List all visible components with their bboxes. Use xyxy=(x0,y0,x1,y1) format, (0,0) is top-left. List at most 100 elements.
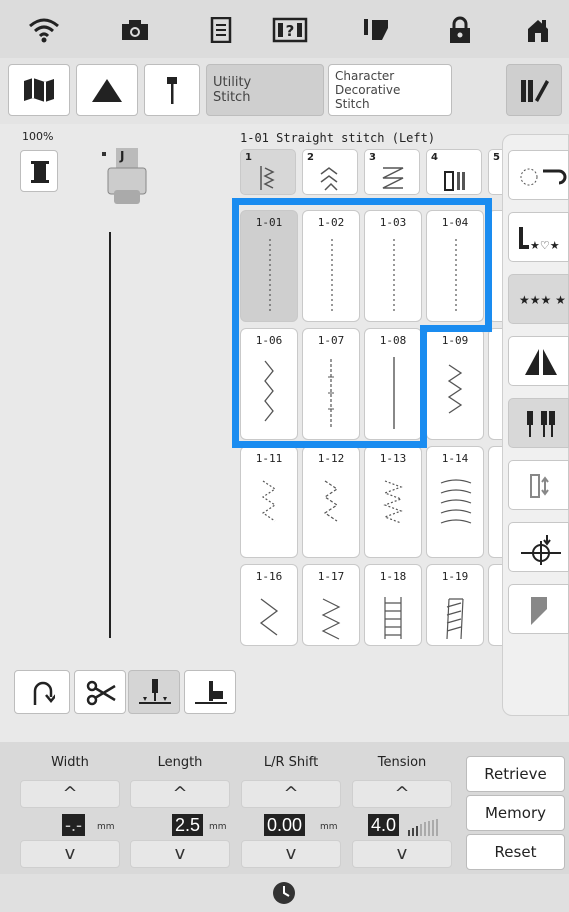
pattern-end-icon xyxy=(531,597,547,625)
stitch-1-11[interactable]: 1-11 xyxy=(240,446,298,558)
edit-stitch-button[interactable] xyxy=(506,64,562,116)
stitch-1-09[interactable]: 1-09 xyxy=(426,328,484,440)
stitch-pattern-icon xyxy=(260,166,275,190)
needle-icon xyxy=(167,77,177,104)
svg-text:★♡★: ★♡★ xyxy=(530,239,560,252)
character-decorative-stitch-tab[interactable]: Character Decorative Stitch xyxy=(328,64,452,116)
thread-loop-button[interactable] xyxy=(508,150,569,200)
lr-shift-label: L/R Shift xyxy=(263,755,319,770)
tab-number: 1 xyxy=(245,152,252,163)
selection-highlight-top xyxy=(232,198,492,332)
reverse-icon xyxy=(33,681,55,705)
stitch-pattern-icon xyxy=(382,167,404,189)
help-icon[interactable]: ? xyxy=(266,10,314,50)
document-icon[interactable] xyxy=(197,10,245,50)
home-icon[interactable] xyxy=(514,10,562,50)
category-tab-4[interactable]: 4 xyxy=(426,149,482,195)
stitch-number: 1-13 xyxy=(379,452,407,465)
stitch-1-13[interactable]: 1-13 xyxy=(364,446,422,558)
memory-button[interactable]: Memory xyxy=(466,795,565,831)
lock-icon[interactable] xyxy=(436,10,484,50)
category-tab-1[interactable]: 1 xyxy=(240,149,296,195)
clock-icon[interactable] xyxy=(272,881,296,905)
map-button[interactable] xyxy=(8,64,70,116)
stitch-1-18[interactable]: 1-18 xyxy=(364,564,422,646)
utility-stitch-tab[interactable]: Utility Stitch xyxy=(206,64,324,116)
stitch-pattern-icon xyxy=(320,167,338,191)
loop-icon xyxy=(520,168,567,186)
pattern-combination-button[interactable]: ★♡★ xyxy=(508,212,569,262)
stitch-1-14[interactable]: 1-14 xyxy=(426,446,484,558)
needle-drop-icon xyxy=(521,535,561,565)
stars-icon: ★★★ ★ xyxy=(519,293,566,307)
repeat-pattern-button[interactable]: ★★★ ★ xyxy=(508,274,569,324)
map-icon xyxy=(24,78,54,102)
width-unit: mm xyxy=(97,822,115,832)
camera-icon[interactable] xyxy=(111,10,159,50)
stitch-number: 1-18 xyxy=(379,570,407,583)
width-increase-button[interactable]: ^ xyxy=(20,780,120,808)
tab-number: 3 xyxy=(369,152,376,163)
category-tab-3[interactable]: 3 xyxy=(364,149,420,195)
length-decrease-button[interactable]: v xyxy=(130,840,230,868)
tab-number: 2 xyxy=(307,152,314,163)
tension-decrease-button[interactable]: v xyxy=(352,840,452,868)
pattern-end-button[interactable] xyxy=(508,584,569,634)
pencil-icon xyxy=(521,80,549,102)
stitch-1-12[interactable]: 1-12 xyxy=(302,446,360,558)
width-label: Width xyxy=(51,755,89,770)
tab-number: 4 xyxy=(431,152,438,163)
stitch-preview-line xyxy=(109,232,111,638)
stitch-1-16[interactable]: 1-16 xyxy=(240,564,298,646)
tension-label: Tension xyxy=(377,755,427,770)
width-decrease-button[interactable]: v xyxy=(20,840,120,868)
needle-down-icon xyxy=(139,679,171,704)
lr-shift-increase-button[interactable]: ^ xyxy=(241,780,341,808)
lr-shift-decrease-button[interactable]: v xyxy=(241,840,341,868)
lr-shift-value: 0.00 xyxy=(264,814,306,836)
needle-mode-button[interactable] xyxy=(76,64,138,116)
selection-highlight-bottom xyxy=(232,330,427,448)
needle-stop-position-button[interactable] xyxy=(128,670,180,714)
stitch-number: 1-19 xyxy=(441,570,469,583)
mirror-icon xyxy=(525,345,557,379)
presser-foot-pivot-button[interactable] xyxy=(184,670,236,714)
mirror-button[interactable] xyxy=(508,336,569,386)
tension-increase-button[interactable]: ^ xyxy=(352,780,452,808)
spool-icon xyxy=(31,161,49,183)
triangle-icon xyxy=(92,79,122,102)
buttonhole-icon xyxy=(444,171,465,191)
scissors-icon xyxy=(86,680,116,706)
thread-cutter-button[interactable] xyxy=(74,670,126,714)
presser-foot-lift-icon[interactable] xyxy=(352,10,400,50)
length-increase-button[interactable]: ^ xyxy=(130,780,230,808)
category-tab-2[interactable]: 2 xyxy=(302,149,358,195)
stitch-number: 1-17 xyxy=(317,570,345,583)
presser-foot-indicator: J xyxy=(98,146,150,208)
width-value: -.- xyxy=(62,814,85,836)
footer-bar xyxy=(0,874,569,912)
stitch-number: 1-12 xyxy=(317,452,345,465)
stitch-title: 1-01 Straight stitch (Left) xyxy=(240,131,436,145)
pivot-icon xyxy=(195,681,227,704)
zoom-level: 100% xyxy=(22,130,54,143)
stitch-length-adjust-button[interactable] xyxy=(508,460,569,510)
reverse-stitch-button[interactable] xyxy=(14,670,70,714)
thread-color-button[interactable] xyxy=(20,150,58,192)
lr-shift-unit: mm xyxy=(320,822,338,832)
tension-value: 4.0 xyxy=(368,814,400,836)
mode-toolbar: Utility Stitch Character Decorative Stit… xyxy=(0,58,569,124)
retrieve-button[interactable]: Retrieve xyxy=(466,756,565,792)
reset-button[interactable]: Reset xyxy=(466,834,565,870)
tab-number: 5 xyxy=(493,152,500,163)
twin-needle-button[interactable] xyxy=(508,398,569,448)
length-value: 2.5 xyxy=(172,814,204,836)
stitch-1-19[interactable]: 1-19 xyxy=(426,564,484,646)
stitch-number: 1-11 xyxy=(255,452,283,465)
stitch-1-17[interactable]: 1-17 xyxy=(302,564,360,646)
stitch-number: 1-16 xyxy=(255,570,283,583)
needle-drop-button[interactable] xyxy=(508,522,569,572)
wifi-icon[interactable] xyxy=(20,10,68,50)
twin-needle-icon xyxy=(527,411,555,437)
needle-position-button[interactable] xyxy=(144,64,200,116)
